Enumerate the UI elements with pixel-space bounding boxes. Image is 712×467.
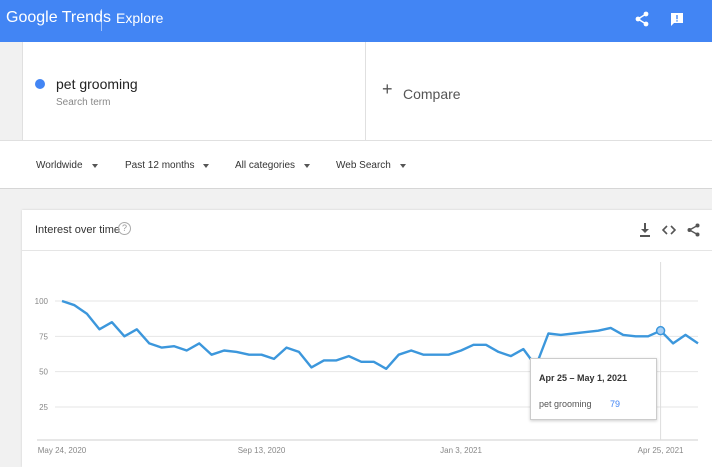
feedback-icon[interactable] [668,10,686,28]
filter-bar: Worldwide Past 12 months All categories … [0,140,712,189]
time-filter-dropdown[interactable]: Past 12 months [125,160,210,171]
search-terms-panel: pet grooming Search term + Compare [0,42,712,140]
region-filter-dropdown[interactable]: Worldwide [36,160,98,171]
search-term-type: Search term [56,97,111,108]
share-icon[interactable] [633,10,651,28]
x-tick-label: Jan 3, 2021 [440,446,482,455]
search-term-card[interactable]: pet grooming Search term [22,42,366,140]
y-tick-label: 25 [39,403,48,412]
search-type-filter-label: Web Search [336,160,391,171]
tooltip-date-range: Apr 25 – May 1, 2021 [539,373,628,383]
category-filter-label: All categories [235,160,296,171]
plus-icon[interactable]: + [382,80,393,98]
time-filter-label: Past 12 months [125,160,195,171]
y-tick-label: 75 [39,332,48,341]
chevron-down-icon [91,163,98,168]
tooltip-series-label: pet grooming [539,399,592,409]
series-color-dot [35,79,45,89]
category-filter-dropdown[interactable]: All categories [235,160,311,171]
x-tick-label: Sep 13, 2020 [238,446,286,455]
search-term-name[interactable]: pet grooming [56,76,138,92]
highlighted-data-point[interactable] [655,325,666,336]
x-tick-label: Apr 25, 2021 [638,446,684,455]
region-filter-label: Worldwide [36,160,83,171]
y-tick-label: 100 [35,297,49,306]
y-tick-label: 50 [39,368,48,377]
chevron-down-icon [203,163,210,168]
chevron-down-icon [304,163,311,168]
x-tick-label: May 24, 2020 [38,446,87,455]
top-app-bar: Google Trends Explore [0,0,712,42]
interest-line-chart[interactable]: 25 50 75 100 May 24, 2020 Sep 13, 2020 Jan 3,… [22,210,712,467]
brand-logo[interactable]: Google Trends [6,9,111,27]
data-point-tooltip: Apr 25 – May 1, 2021 pet grooming 79 [530,358,657,420]
interest-over-time-card: Interest over time ? 25 50 75 100 May 24, 2… [22,210,712,467]
search-type-filter-dropdown[interactable]: Web Search [336,160,406,171]
chevron-down-icon [399,163,406,168]
tooltip-series-value: 79 [610,399,621,409]
compare-button[interactable]: Compare [403,86,461,102]
page-section-title: Explore [116,10,164,26]
compare-card[interactable]: + Compare [366,42,712,140]
header-divider [101,9,102,31]
